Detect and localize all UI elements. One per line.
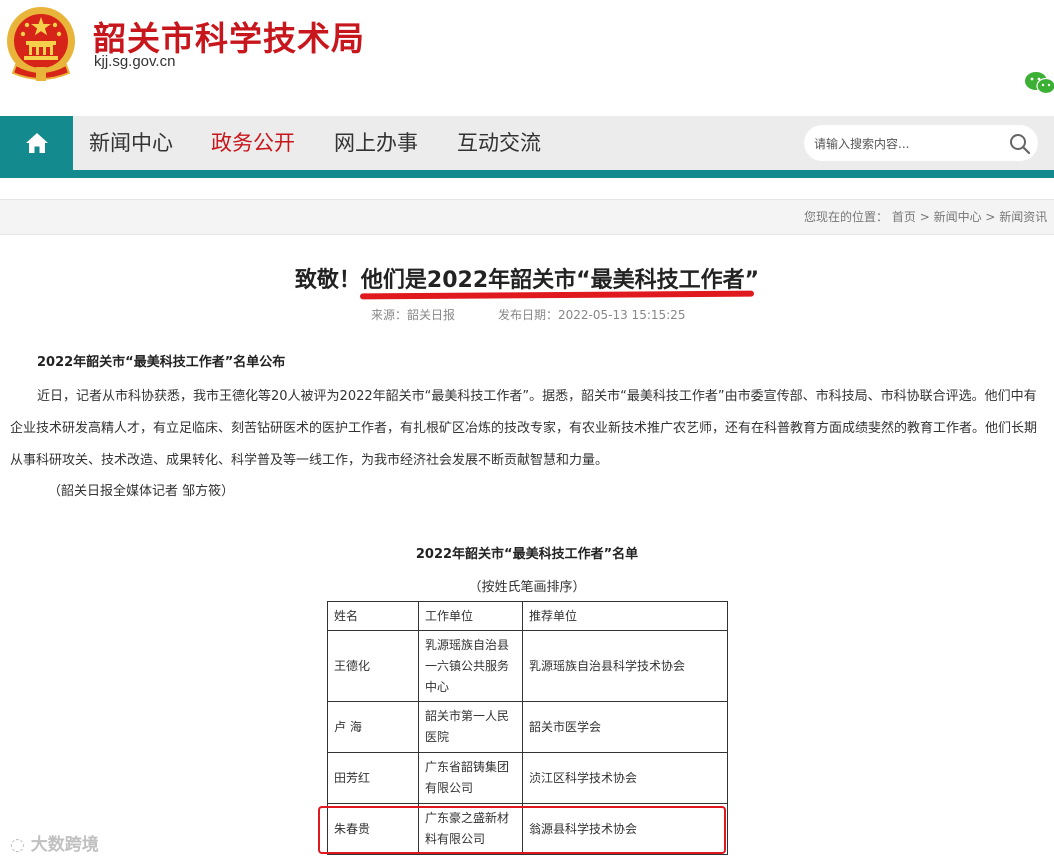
table-cell-name: 田芳红 (327, 752, 419, 804)
table-cell-employer: 乳源瑶族自治县一六镇公共服务中心 (418, 630, 523, 702)
watermark-text: 大数跨境 (30, 835, 99, 855)
table-header-cell: 推荐单位 (522, 601, 728, 631)
breadcrumb-home-link[interactable]: 首页 (892, 210, 916, 224)
nav-interaction[interactable]: 互动交流 (457, 116, 541, 170)
main-nav: 新闻中心 政务公开 网上办事 互动交流 (0, 116, 1054, 170)
nav-government-affairs[interactable]: 政务公开 (211, 116, 295, 170)
nav-news-center[interactable]: 新闻中心 (89, 116, 173, 170)
table-header-row: 姓名 工作单位 推荐单位 (327, 601, 728, 631)
article-credit: （韶关日报全媒体记者 邹方筱） (48, 484, 235, 499)
table-cell-name: 王德化 (327, 630, 419, 702)
list-title: 2022年韶关市“最美科技工作者”名单 (415, 547, 639, 562)
search-input[interactable] (812, 125, 1006, 163)
breadcrumb-prefix: 您现在的位置： (804, 210, 889, 224)
wechat-icon[interactable] (1024, 70, 1054, 96)
nav-underline-bar (0, 170, 1054, 178)
home-button[interactable] (0, 116, 73, 170)
table-cell-employer: 广东省韶铸集团有限公司 (418, 752, 523, 804)
site-domain: kjj.sg.gov.cn (94, 53, 176, 70)
breadcrumb-bar: 您现在的位置： 首页 > 新闻中心 > 新闻资讯 (0, 199, 1054, 235)
article-title: 致敬！他们是2022年韶关市“最美科技工作者” (0, 262, 1054, 294)
table-row: 卢 海 韶关市第一人民医院 韶关市医学会 (327, 701, 728, 753)
table-row: 王德化 乳源瑶族自治县一六镇公共服务中心 乳源瑶族自治县科学技术协会 (327, 630, 728, 702)
breadcrumb-separator: > (985, 210, 1000, 224)
table-header-cell: 姓名 (327, 601, 419, 631)
table-cell-employer: 韶关市第一人民医院 (418, 701, 523, 753)
article-date: 发布日期：2022-05-13 15:15:25 (498, 308, 686, 322)
home-icon (25, 133, 48, 153)
table-row: 田芳红 广东省韶铸集团有限公司 浈江区科学技术协会 (327, 752, 728, 804)
article-title-prefix: 致敬！ (294, 268, 361, 293)
search-box (804, 125, 1038, 163)
table-cell-recommender: 乳源瑶族自治县科学技术协会 (522, 630, 728, 702)
breadcrumb-news-link[interactable]: 新闻资讯 (999, 210, 1047, 224)
breadcrumb-separator: > (919, 210, 934, 224)
watermark: ◌ 大数跨境 (10, 830, 99, 855)
watermark-logo-icon: ◌ (10, 835, 25, 855)
article-title-main: 他们是2022年韶关市“最美科技工作者” (360, 268, 760, 293)
article-paragraph: 近日，记者从市科协获悉，我市王德化等20人被评为2022年韶关市“最美科技工作者… (10, 389, 1038, 468)
national-emblem-icon (7, 7, 75, 81)
article-subheading: 2022年韶关市“最美科技工作者”名单公布 (37, 355, 286, 370)
breadcrumb-news-center-link[interactable]: 新闻中心 (934, 210, 982, 224)
nav-online-services[interactable]: 网上办事 (334, 116, 418, 170)
search-icon[interactable] (1008, 132, 1032, 156)
annotation-highlight-box (318, 806, 726, 854)
table-cell-recommender: 浈江区科学技术协会 (522, 752, 728, 804)
breadcrumb: 您现在的位置： 首页 > 新闻中心 > 新闻资讯 (804, 200, 1047, 234)
site-header: 韶关市科学技术局 kjj.sg.gov.cn (0, 0, 1054, 116)
table-cell-name: 卢 海 (327, 701, 419, 753)
list-subtitle: （按姓氏笔画排序） (468, 580, 586, 595)
article-source: 来源：韶关日报 (371, 308, 456, 322)
table-header-cell: 工作单位 (418, 601, 523, 631)
table-cell-recommender: 韶关市医学会 (522, 701, 728, 753)
